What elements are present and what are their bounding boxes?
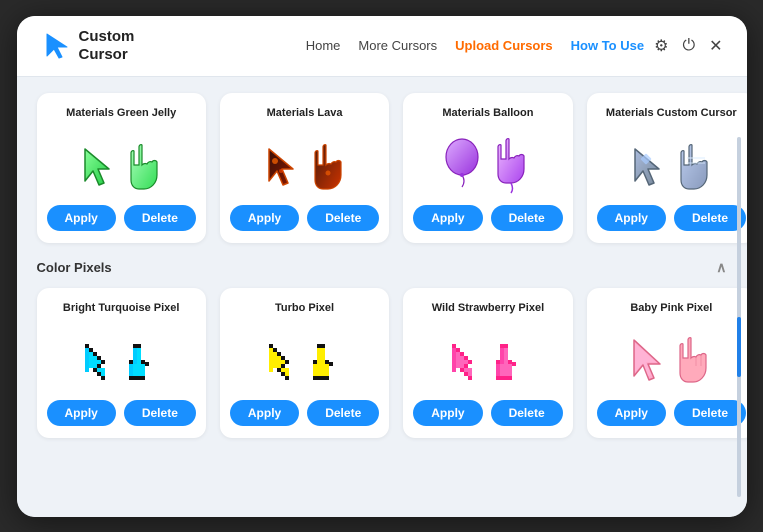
card-title-turquoise: Bright Turquoise Pixel [63,302,180,314]
cursor-pointer-pink [678,336,716,388]
cursor-arrow-green-jelly [77,143,121,193]
apply-button-turquoise[interactable]: Apply [47,400,116,426]
cursor-images-custom [627,129,715,193]
cursor-card-strawberry: Wild Strawberry Pixel [403,288,572,438]
cursor-pointer-balloon [496,137,532,193]
cursor-images-lava [261,129,349,193]
cursor-images-balloon [444,129,532,193]
apply-button-lava[interactable]: Apply [230,205,299,231]
card-buttons-balloon: Apply Delete [413,205,562,231]
delete-button-turquoise[interactable]: Delete [124,400,196,426]
cursor-card-turbo: Turbo Pixel [220,288,389,438]
card-buttons-pink: Apply Delete [597,400,746,426]
section-label-color-pixels: Color Pixels [37,260,112,275]
delete-button-strawberry[interactable]: Delete [491,400,563,426]
cursor-card-turquoise: Bright Turquoise Pixel [37,288,206,438]
apply-button-custom[interactable]: Apply [597,205,666,231]
card-buttons-turbo: Apply Delete [230,400,379,426]
nav-icons: ⚙ ⏻ ✕ [654,36,722,56]
delete-button-green-jelly[interactable]: Delete [124,205,196,231]
card-title-pink: Baby Pink Pixel [630,302,712,314]
cursor-arrow-strawberry [446,340,484,388]
cursor-pointer-custom [679,143,715,193]
chevron-up-icon[interactable]: ∧ [716,259,726,276]
card-title-turbo: Turbo Pixel [275,302,334,314]
cursor-arrow-custom [627,143,671,193]
cursor-pointer-green-jelly [129,143,165,193]
app-window: Custom Cursor Home More Cursors Upload C… [17,16,747,517]
card-title-lava: Materials Lava [267,107,343,119]
cursor-pointer-strawberry [492,340,530,388]
section-header-color-pixels: Color Pixels ∧ [37,259,727,276]
logo: Custom Cursor [41,28,135,64]
gear-icon[interactable]: ⚙ [654,36,668,56]
card-title-balloon: Materials Balloon [442,107,533,119]
cursor-images-pink [626,324,716,388]
cursor-card-lava: Materials Lava [220,93,389,243]
cursor-images-turquoise [79,324,163,388]
logo-icon [41,30,73,62]
card-title-strawberry: Wild Strawberry Pixel [432,302,544,314]
delete-button-custom[interactable]: Delete [674,205,746,231]
delete-button-balloon[interactable]: Delete [491,205,563,231]
card-buttons-strawberry: Apply Delete [413,400,562,426]
card-buttons-custom: Apply Delete [597,205,746,231]
nav: Home More Cursors Upload Cursors How To … [306,38,644,53]
power-icon[interactable]: ⏻ [682,37,695,55]
cursor-pointer-lava [313,143,349,193]
nav-upload-cursors[interactable]: Upload Cursors [455,38,553,53]
card-title-green-jelly: Materials Green Jelly [66,107,176,119]
nav-home[interactable]: Home [306,38,341,53]
cursor-arrow-balloon [444,137,488,193]
materials-grid: Materials Green Jelly [37,93,727,243]
cursor-card-pink: Baby Pink Pixel [587,288,747,438]
cursor-arrow-pink [626,336,670,388]
header: Custom Cursor Home More Cursors Upload C… [17,16,747,77]
close-icon[interactable]: ✕ [709,36,722,56]
apply-button-pink[interactable]: Apply [597,400,666,426]
cursor-arrow-turbo [263,340,301,388]
apply-button-turbo[interactable]: Apply [230,400,299,426]
nav-more-cursors[interactable]: More Cursors [358,38,437,53]
apply-button-strawberry[interactable]: Apply [413,400,482,426]
cursor-arrow-lava [261,143,305,193]
apply-button-green-jelly[interactable]: Apply [47,205,116,231]
cursor-images-turbo [263,324,347,388]
main-content: Materials Green Jelly [17,77,747,517]
cursor-card-custom: Materials Custom Cursor [587,93,747,243]
delete-button-turbo[interactable]: Delete [307,400,379,426]
card-buttons-green-jelly: Apply Delete [47,205,196,231]
cursor-pointer-turbo [309,340,347,388]
card-buttons-lava: Apply Delete [230,205,379,231]
color-pixels-grid: Bright Turquoise Pixel [37,288,727,438]
delete-button-pink[interactable]: Delete [674,400,746,426]
delete-button-lava[interactable]: Delete [307,205,379,231]
card-buttons-turquoise: Apply Delete [47,400,196,426]
card-title-custom: Materials Custom Cursor [606,107,737,119]
nav-how-to-use[interactable]: How To Use [571,38,644,53]
logo-text: Custom Cursor [79,28,135,64]
scrollbar[interactable] [737,137,741,497]
cursor-arrow-turquoise [79,340,117,388]
cursor-images-green-jelly [77,129,165,193]
cursor-card-green-jelly: Materials Green Jelly [37,93,206,243]
cursor-pointer-turquoise [125,340,163,388]
scrollbar-thumb [737,317,741,377]
cursor-images-strawberry [446,324,530,388]
cursor-card-balloon: Materials Balloon [403,93,572,243]
apply-button-balloon[interactable]: Apply [413,205,482,231]
